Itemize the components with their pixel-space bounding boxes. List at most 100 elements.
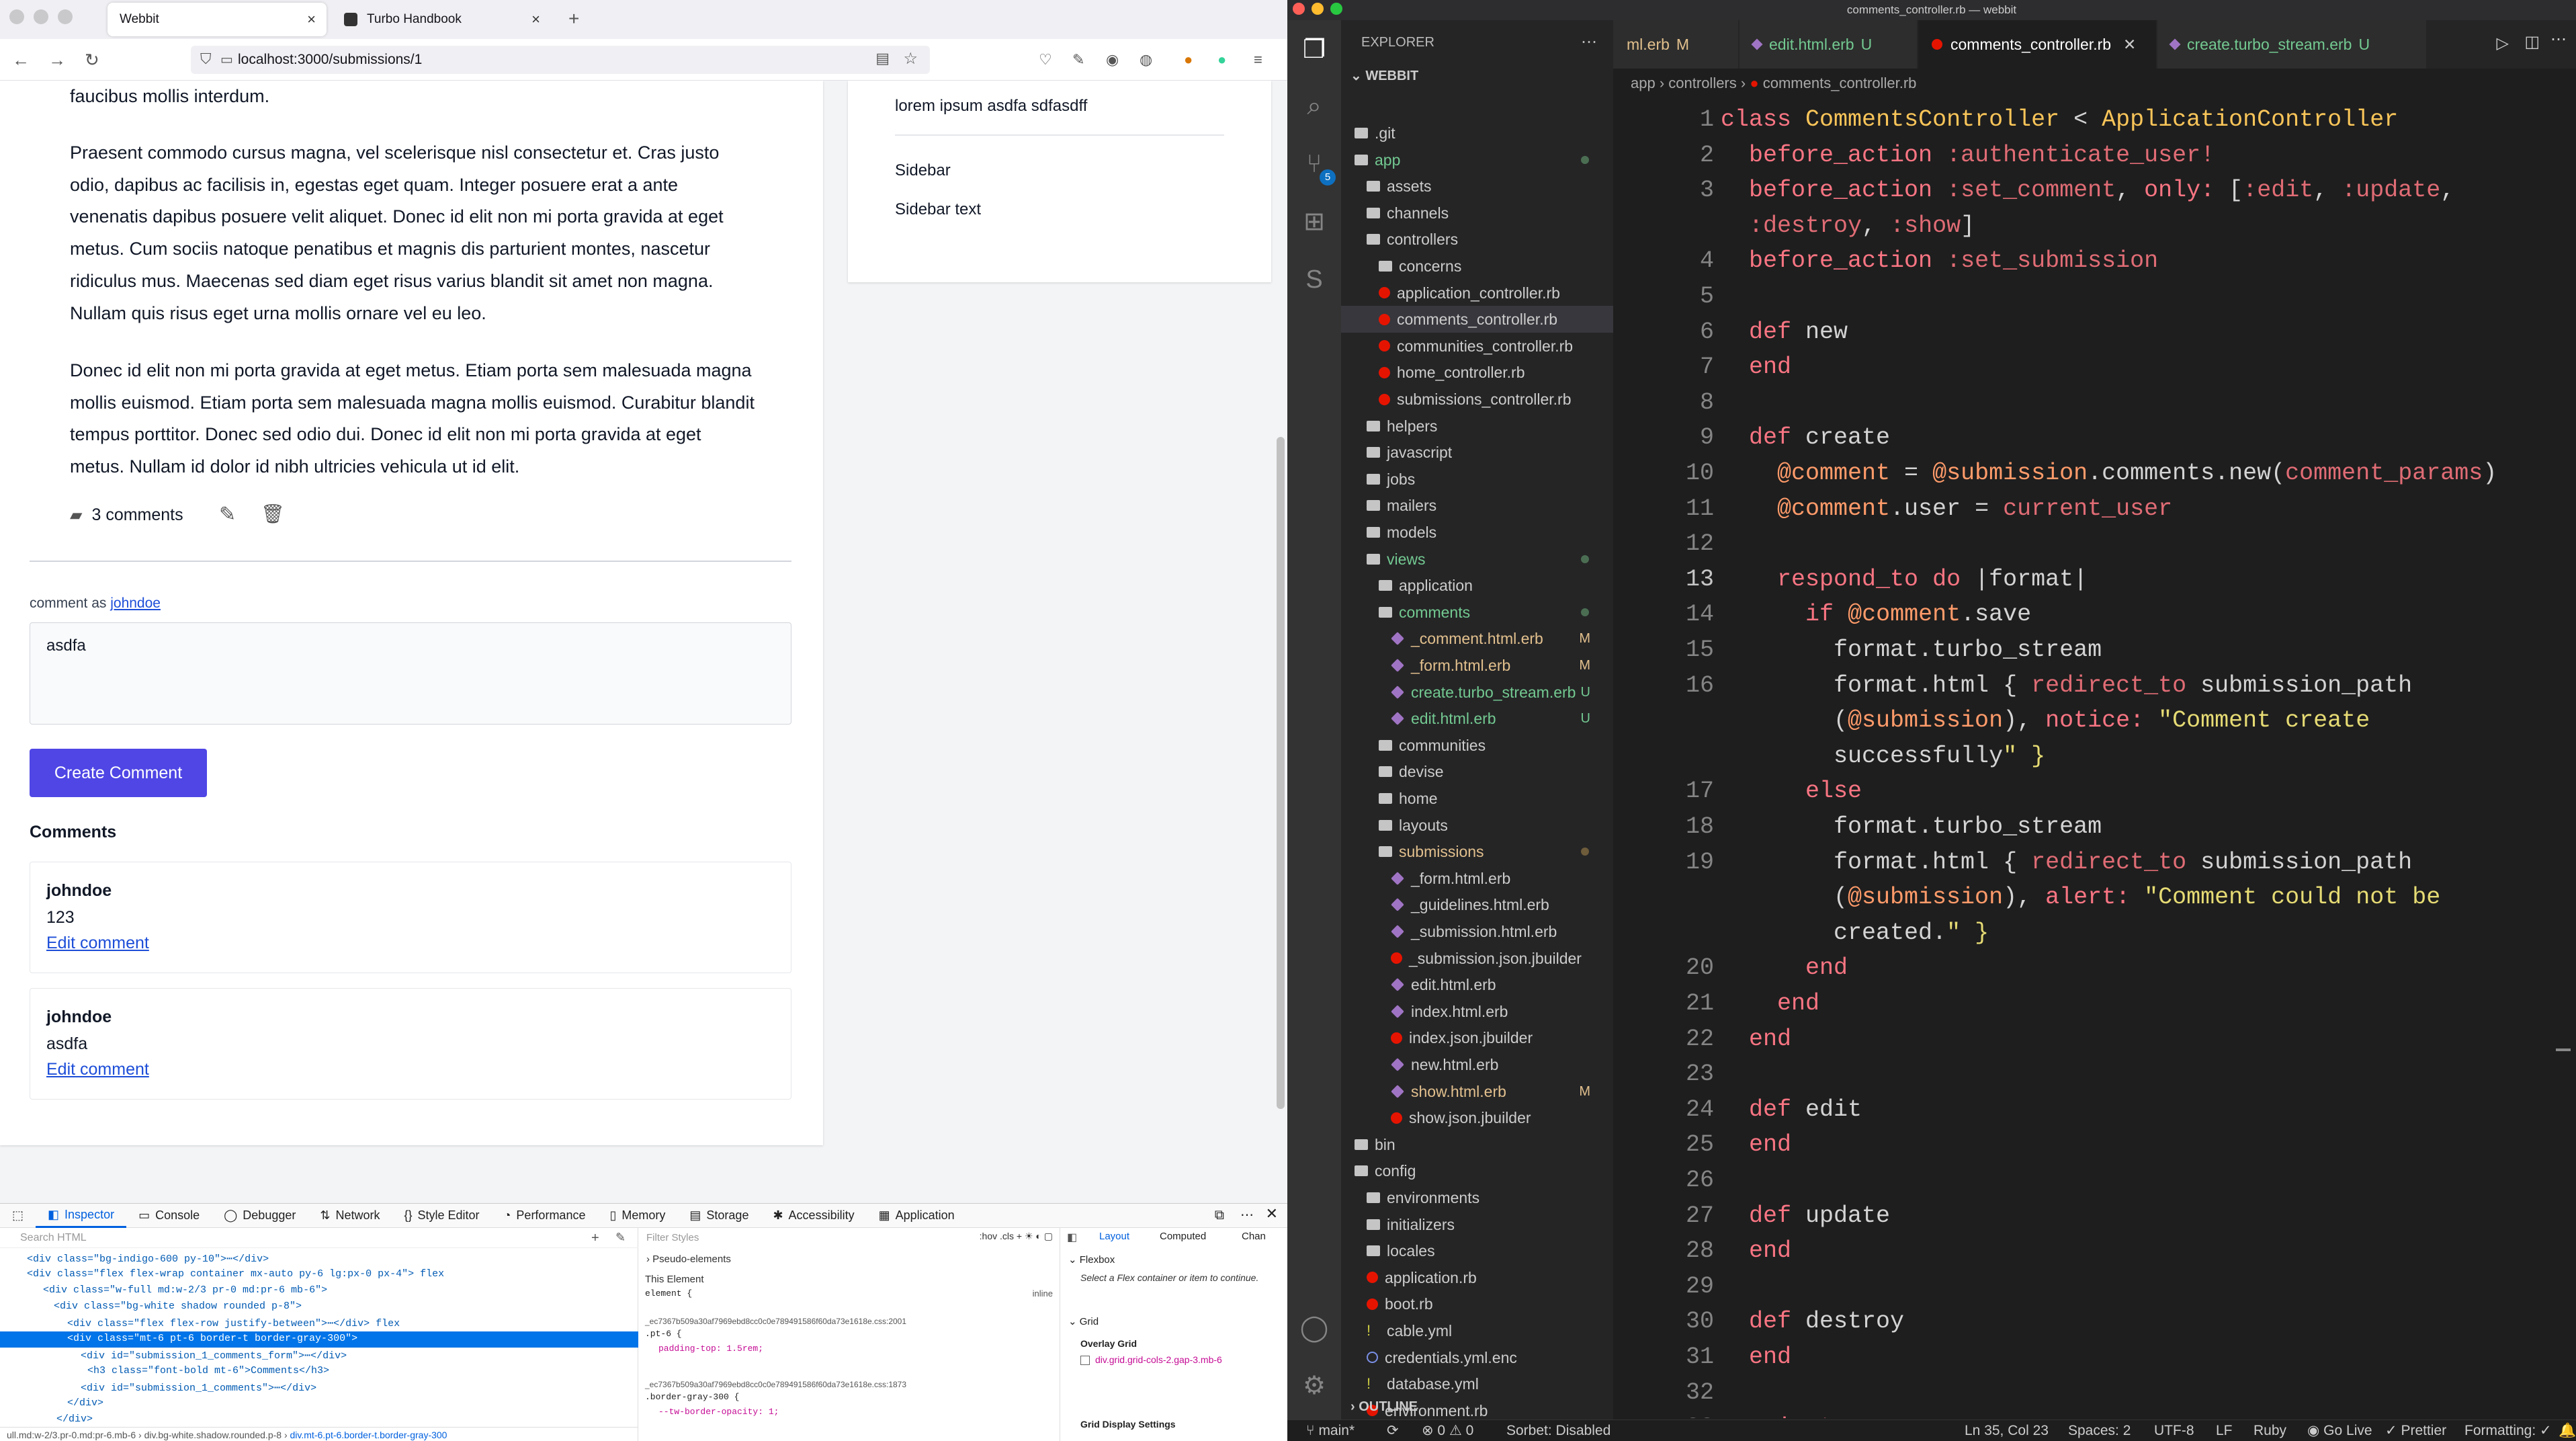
code-line[interactable]: end (1721, 1237, 1791, 1264)
create-comment-button[interactable]: Create Comment (30, 749, 207, 797)
sorbet-status[interactable]: Sorbet: Disabled (1506, 1420, 1611, 1441)
code-line[interactable]: format.html { redirect_to submission_pat… (1721, 672, 2412, 699)
tree-item[interactable]: edit.html.erb (1341, 971, 1613, 998)
edit-comment-link[interactable]: Edit comment (46, 1060, 149, 1079)
tree-item[interactable]: index.html.erb (1341, 998, 1613, 1025)
breadcrumb[interactable]: div.mt-6.pt-6.border-t.border-gray-300 (290, 1430, 447, 1440)
branch-indicator[interactable]: ⑂ main* (1306, 1420, 1355, 1441)
html-node[interactable]: <div class="bg-white shadow rounded p-8"… (54, 1301, 302, 1312)
extensions-icon[interactable]: ⊞ (1299, 207, 1329, 237)
tree-item[interactable]: mailers (1341, 492, 1613, 519)
minimize-window-button[interactable] (34, 9, 48, 24)
code-line[interactable]: before_action :set_comment, only: [:edit… (1721, 177, 2454, 204)
grid-overlay-checkbox[interactable] (1080, 1356, 1090, 1365)
comments-count[interactable]: ▰ 3 comments (70, 505, 183, 525)
tree-item[interactable]: submissions_controller.rb (1341, 386, 1613, 413)
code-line[interactable]: respond_to do |format| (1721, 566, 2088, 593)
close-window-button[interactable] (9, 9, 24, 24)
tree-item[interactable]: _form.html.erb (1341, 865, 1613, 892)
tree-item[interactable]: concerns (1341, 253, 1613, 280)
code-line[interactable]: def create (1721, 424, 1890, 451)
breadcrumb-item[interactable]: controllers (1668, 75, 1736, 91)
tree-item[interactable]: channels (1341, 200, 1613, 227)
html-node[interactable]: </div> (56, 1413, 93, 1425)
tree-item[interactable]: show.html.erb M (1341, 1078, 1613, 1105)
tab-inspector[interactable]: ◧ Inspector (36, 1204, 127, 1228)
tree-item[interactable]: layouts (1341, 812, 1613, 839)
code-line[interactable]: format.html { redirect_to submission_pat… (1721, 849, 2412, 876)
browser-tab-turbo-handbook[interactable]: Turbo Handbook × (332, 3, 551, 36)
extension-icon[interactable]: ◍ (1140, 51, 1152, 69)
account-icon[interactable]: ◉ (1106, 51, 1119, 69)
close-tab-icon[interactable]: × (531, 11, 540, 28)
sync-icon[interactable]: ⟳ (1387, 1420, 1399, 1441)
grid-section[interactable]: ⌄ Grid (1068, 1315, 1099, 1327)
breadcrumb[interactable]: div.bg-white.shadow.rounded.p-8 (144, 1430, 282, 1440)
browser-tab-webbit[interactable]: Webbit × (108, 3, 327, 36)
problems-indicator[interactable]: ⊗ 0 ⚠ 0 (1422, 1420, 1473, 1441)
code-line[interactable]: format.turbo_stream (1721, 636, 2102, 663)
code-line[interactable]: before_action :authenticate_user! (1721, 142, 2215, 169)
forward-icon[interactable]: → (48, 51, 66, 69)
code-line[interactable]: end (1721, 954, 1848, 981)
tree-item[interactable]: devise (1341, 758, 1613, 785)
page-scrollbar[interactable] (1277, 437, 1285, 1109)
css-property[interactable]: padding-top: 1.5rem; (658, 1344, 763, 1354)
tab-accessibility[interactable]: ✱ Accessibility (761, 1204, 866, 1228)
code-line[interactable]: end (1721, 990, 1819, 1017)
tab-edit-html-erb[interactable]: edit.html.erb U (1740, 20, 1917, 69)
html-node[interactable]: <div class="flex flex-row justify-betwee… (67, 1317, 400, 1329)
code-line[interactable]: def new (1721, 319, 1848, 345)
html-node-selected[interactable]: <div class="mt-6 pt-6 border-t border-gr… (67, 1333, 357, 1344)
settings-gear-icon[interactable]: ⚙ (1299, 1371, 1329, 1401)
tree-item[interactable]: show.json.jbuilder (1341, 1104, 1613, 1131)
tab-storage[interactable]: ▤ Storage (677, 1204, 761, 1228)
add-node-icon[interactable]: + (591, 1231, 599, 1246)
code-line[interactable]: successfully" } (1721, 743, 2045, 770)
code-line[interactable]: created." } (1721, 919, 1989, 946)
tools-icon[interactable]: ✎ (1072, 51, 1084, 69)
tab-changes[interactable]: Chan (1242, 1231, 1266, 1242)
rules-toolbar[interactable]: :hov .cls + ☀ ◐ ▢ (980, 1231, 1053, 1242)
tree-item[interactable]: initializers (1341, 1211, 1613, 1238)
html-node[interactable]: <div id="submission_1_comments_form">⋯</… (81, 1349, 347, 1362)
more-actions-icon[interactable]: ⋯ (2550, 30, 2567, 49)
pick-element-icon[interactable]: ⬚ (0, 1204, 36, 1228)
tree-item[interactable]: edit.html.erb U (1341, 705, 1613, 732)
tree-item[interactable]: config (1341, 1157, 1613, 1184)
css-property[interactable]: --tw-border-opacity: 1; (658, 1407, 779, 1417)
breadcrumb-item[interactable]: comments_controller.rb (1763, 75, 1917, 91)
tree-item[interactable]: communities (1341, 732, 1613, 759)
tree-item[interactable]: ! cable.yml (1341, 1317, 1613, 1344)
code-line[interactable]: end (1721, 1344, 1791, 1370)
reader-view-icon[interactable]: ▤ (875, 50, 890, 67)
pseudo-elements-toggle[interactable]: › Pseudo-elements (646, 1253, 731, 1265)
tree-item[interactable]: app (1341, 147, 1613, 173)
code-line[interactable]: else (1721, 778, 1862, 805)
html-node[interactable]: <h3 class="font-bold mt-6">Comments</h3> (87, 1365, 329, 1376)
extension-icon[interactable]: ● (1217, 51, 1226, 69)
tab-network[interactable]: ⇅ Network (308, 1204, 392, 1228)
split-editor-icon[interactable]: ◫ (2524, 32, 2540, 52)
tree-item[interactable]: bin (1341, 1131, 1613, 1158)
code-line[interactable]: end (1721, 354, 1791, 380)
reload-icon[interactable]: ↻ (85, 51, 99, 69)
pocket-icon[interactable]: ♡ (1039, 51, 1052, 69)
tree-item[interactable]: _submission.html.erb (1341, 918, 1613, 945)
search-html-input[interactable]: Search HTML (0, 1228, 638, 1248)
account-icon[interactable]: ◯ (1299, 1313, 1329, 1343)
extension-icon[interactable]: ● (1184, 51, 1193, 69)
comment-textarea[interactable]: asdfa (30, 622, 791, 725)
more-options-icon[interactable]: ⋯ (1240, 1206, 1254, 1223)
code-line[interactable]: private (1721, 1414, 1848, 1418)
html-node[interactable]: </div> (67, 1397, 103, 1409)
url-bar[interactable]: ⛉ ▭ localhost:3000/submissions/1 ▤ ☆ (191, 46, 930, 74)
code-line[interactable]: before_action :set_submission (1721, 247, 2158, 274)
tab-application[interactable]: ▦ Application (867, 1204, 967, 1228)
code-line[interactable]: (@submission), notice: "Comment create (1721, 707, 2370, 734)
line-ending[interactable]: LF (2216, 1420, 2233, 1441)
tree-item[interactable]: credentials.yml.enc (1341, 1344, 1613, 1371)
search-icon[interactable]: ⌕ (1299, 91, 1329, 121)
tree-item[interactable]: boot.rb (1341, 1290, 1613, 1317)
tab-ml-erb[interactable]: ml.erb M (1613, 20, 1738, 69)
